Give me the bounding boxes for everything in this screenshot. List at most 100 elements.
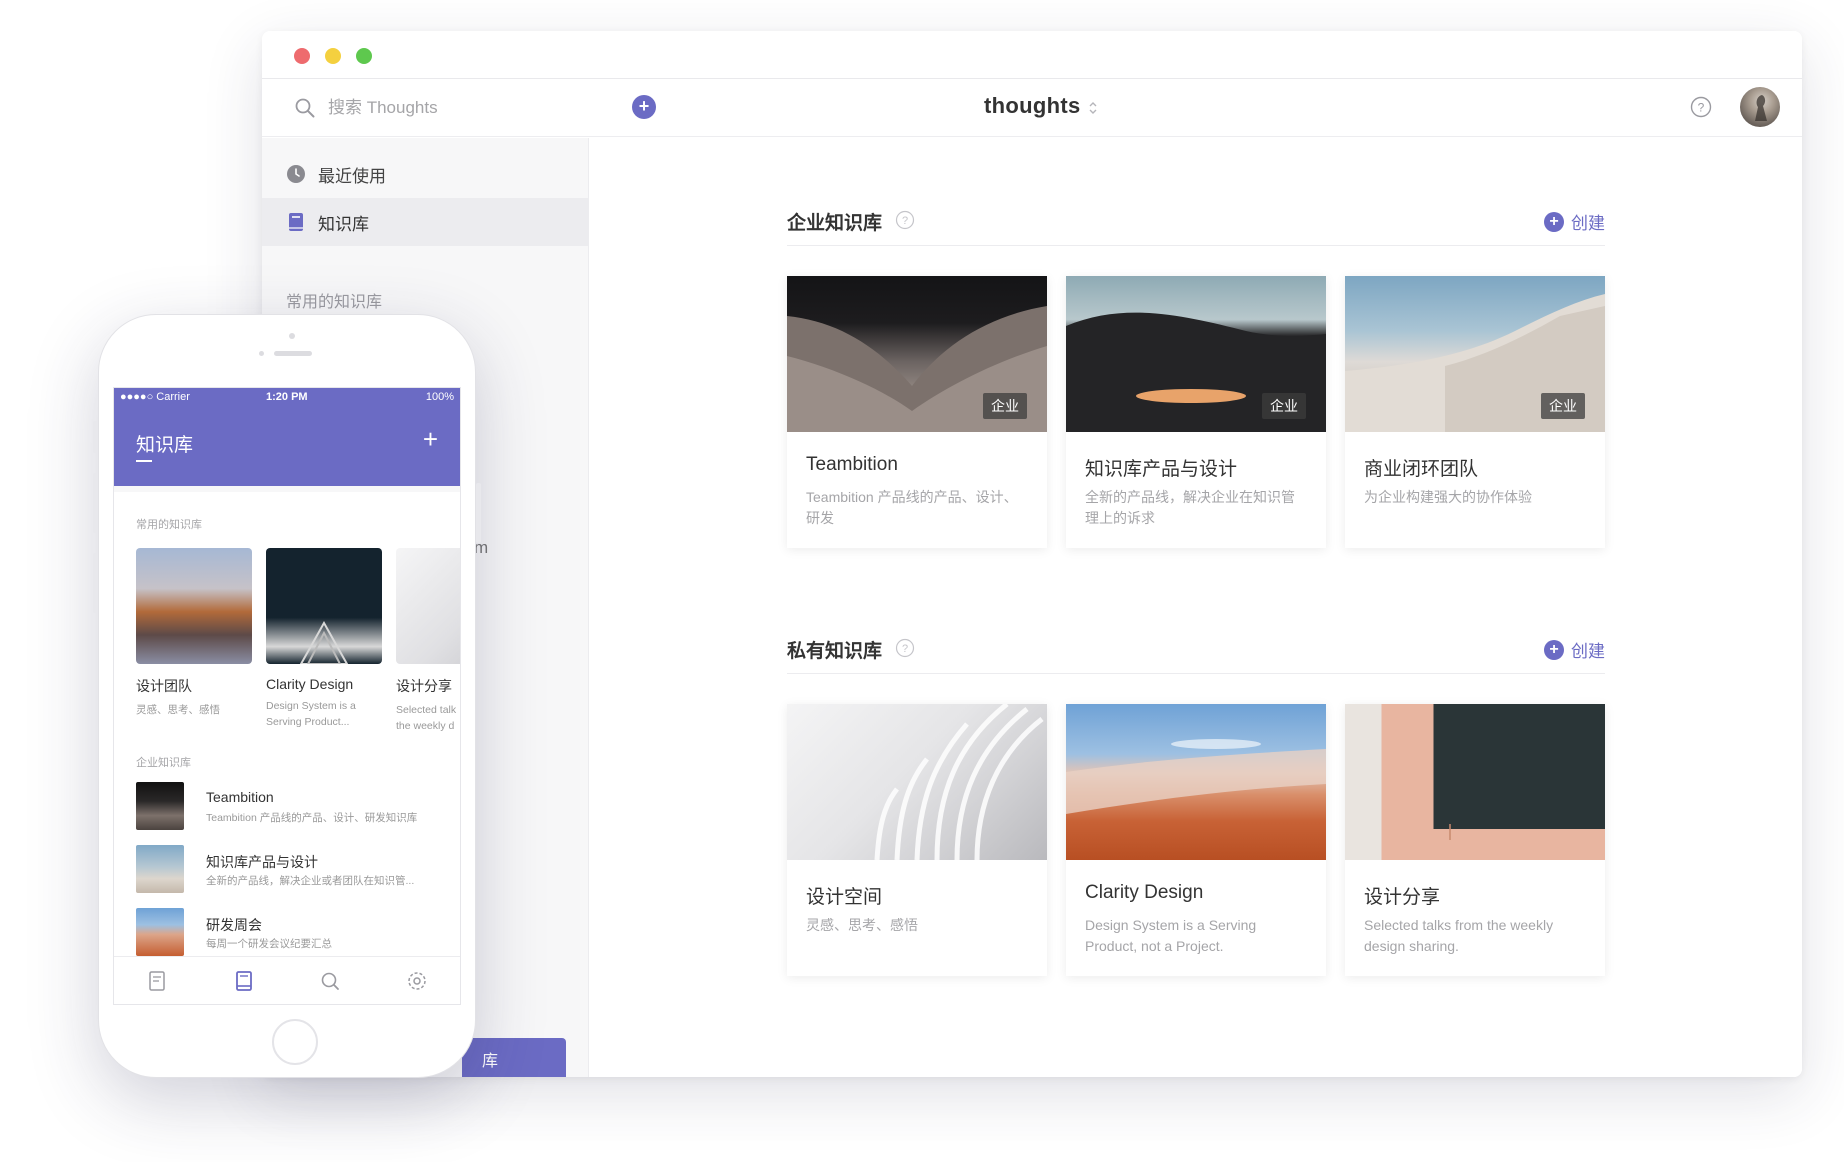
status-carrier: ●●●●○ Carrier [120, 391, 190, 403]
add-button[interactable]: + [632, 95, 656, 119]
app-window: + thoughts ? 最近使用 [262, 31, 1802, 1077]
card-cover-image [1066, 704, 1326, 860]
mobile-favorite-card[interactable]: 设计团队 灵感、思考、感悟 [136, 548, 252, 734]
list-item[interactable]: 知识库产品与设计 全新的产品线，解决企业或者团队在知识管... [136, 845, 446, 908]
card-cover-image: 企业 [1345, 276, 1605, 432]
card-description: Selected talk the weekly d [396, 704, 457, 732]
create-label: 创建 [1571, 642, 1605, 661]
card-title: 设计分享 [1364, 887, 1441, 908]
section-header: 企业知识库 ? + 创建 [787, 198, 1605, 246]
private-cards: 设计空间 灵感、思考、感悟 Clarity Design Design Syst… [787, 704, 1605, 976]
knowledge-card[interactable]: 企业 Teambition Teambition 产品线的产品、设计、研发 [787, 276, 1047, 548]
create-private-button[interactable]: + 创建 [1544, 637, 1605, 662]
app-title[interactable]: thoughts [984, 93, 1080, 119]
main-content: 企业知识库 ? + 创建 企业 Teambition Teambition 产品… [589, 138, 1802, 1077]
card-cover-image [266, 548, 382, 665]
card-description: 为企业构建强大的协作体验 [1364, 489, 1532, 505]
svg-text:?: ? [1698, 101, 1705, 115]
card-description: Selected talks from the weekly design sh… [1364, 917, 1554, 954]
card-title: Clarity Design [1085, 882, 1204, 903]
card-title: 设计团队 [136, 678, 192, 694]
mobile-body: 常用的知识库 设计团队 灵感、思考、感悟 Clarity Design Desi… [114, 492, 460, 956]
enterprise-section: 企业知识库 ? + 创建 企业 Teambition Teambition 产品… [787, 198, 1605, 548]
phone-mute-switch [93, 421, 98, 453]
phone-volume-down [93, 553, 98, 613]
sidebar-item-recent[interactable]: 最近使用 [262, 150, 588, 198]
title-underline [136, 460, 152, 462]
search-icon [295, 98, 315, 118]
list-item-title: 研发周会 [206, 917, 262, 933]
search-icon[interactable] [319, 970, 341, 992]
svg-text:?: ? [902, 643, 908, 655]
close-window-button[interactable] [294, 48, 310, 64]
list-item-description: Teambition 产品线的产品、设计、研发知识库 [206, 812, 418, 824]
card-title: 商业闭环团队 [1364, 459, 1479, 480]
enterprise-cards: 企业 Teambition Teambition 产品线的产品、设计、研发 企业… [787, 276, 1605, 548]
card-cover-image [396, 548, 460, 664]
knowledge-card[interactable]: 设计空间 灵感、思考、感悟 [787, 704, 1047, 976]
card-badge: 企业 [1262, 393, 1306, 419]
list-item-title: 知识库产品与设计 [206, 854, 318, 870]
private-section: 私有知识库 ? + 创建 设计空间 灵感、思考、感悟 Clarity Desig… [787, 626, 1605, 976]
knowledge-card[interactable]: 企业 商业闭环团队 为企业构建强大的协作体验 [1345, 276, 1605, 548]
mobile-favorite-card[interactable]: 设计分享 Selected talk the weekly d [396, 548, 460, 734]
list-thumbnail [136, 845, 184, 893]
mobile-enterprise-label: 企业知识库 [136, 757, 191, 769]
list-item[interactable]: Teambition Teambition 产品线的产品、设计、研发知识库 [136, 782, 446, 845]
mobile-enterprise-list: Teambition Teambition 产品线的产品、设计、研发知识库 知识… [136, 782, 446, 971]
document-icon[interactable] [146, 970, 168, 992]
card-title: 知识库产品与设计 [1085, 459, 1238, 480]
help-icon[interactable]: ? [1690, 96, 1712, 118]
search-input[interactable] [328, 93, 608, 123]
knowledge-card[interactable]: Clarity Design Design System is a Servin… [1066, 704, 1326, 976]
help-icon[interactable]: ? [895, 638, 915, 658]
mobile-favorites-label: 常用的知识库 [136, 519, 202, 531]
card-title: 设计分享 [396, 678, 452, 694]
phone-volume-up [93, 473, 98, 533]
switch-arrows-icon[interactable] [1087, 98, 1099, 118]
card-cover-image: 企业 [787, 276, 1047, 432]
list-thumbnail [136, 782, 184, 830]
card-description: 灵感、思考、感悟 [806, 917, 918, 933]
create-enterprise-button[interactable]: + 创建 [1544, 209, 1605, 234]
help-icon[interactable]: ? [895, 210, 915, 230]
card-title: 设计空间 [806, 887, 883, 908]
knowledge-card[interactable]: 设计分享 Selected talks from the weekly desi… [1345, 704, 1605, 976]
section-title: 企业知识库 [787, 213, 883, 234]
phone-sensor [259, 351, 264, 356]
sidebar-item-label: 知识库 [318, 214, 369, 234]
card-badge: 企业 [1541, 393, 1585, 419]
plus-icon: + [1544, 211, 1564, 232]
list-item-description: 每周一个研发会议纪要汇总 [206, 938, 332, 950]
card-description: 灵感、思考、感悟 [136, 704, 220, 716]
mobile-add-button[interactable]: + [423, 426, 438, 452]
mobile-header: 知识库 + [114, 408, 460, 486]
card-cover-image: 企业 [1066, 276, 1326, 432]
list-item-title: Teambition [206, 789, 274, 805]
knowledge-card[interactable]: 企业 知识库产品与设计 全新的产品线，解决企业在知识管理上的诉求 [1066, 276, 1326, 548]
book-icon[interactable] [233, 970, 255, 992]
mobile-favorite-card[interactable]: Clarity Design Design System is a Servin… [266, 548, 382, 734]
card-description: Teambition 产品线的产品、设计、研发 [806, 489, 1018, 526]
minimize-window-button[interactable] [325, 48, 341, 64]
create-label: 创建 [1571, 214, 1605, 233]
mobile-tabbar [114, 956, 460, 1004]
settings-icon[interactable] [406, 970, 428, 992]
sidebar-item-label: 最近使用 [318, 166, 386, 186]
card-title: Clarity Design [266, 676, 354, 692]
list-item-description: 全新的产品线，解决企业或者团队在知识管... [206, 875, 415, 887]
phone-power-button [476, 483, 481, 543]
phone-speaker [274, 351, 312, 356]
maximize-window-button[interactable] [356, 48, 372, 64]
top-toolbar: + thoughts ? [262, 79, 1802, 137]
status-battery: 100% [425, 391, 454, 403]
card-cover-image [136, 548, 252, 664]
phone-front-camera [289, 333, 295, 339]
phone-home-button[interactable] [272, 1019, 318, 1065]
sidebar-create-button[interactable]: 库 [462, 1038, 566, 1077]
user-avatar[interactable] [1740, 87, 1780, 127]
phone-mockup: ●●●●○ Carrier 1:20 PM 100% 知识库 + 常用的知识库 … [93, 314, 481, 1078]
card-title: Teambition [806, 454, 898, 475]
sidebar-item-knowledge-base[interactable]: 知识库 [262, 198, 588, 246]
section-header: 私有知识库 ? + 创建 [787, 626, 1605, 674]
